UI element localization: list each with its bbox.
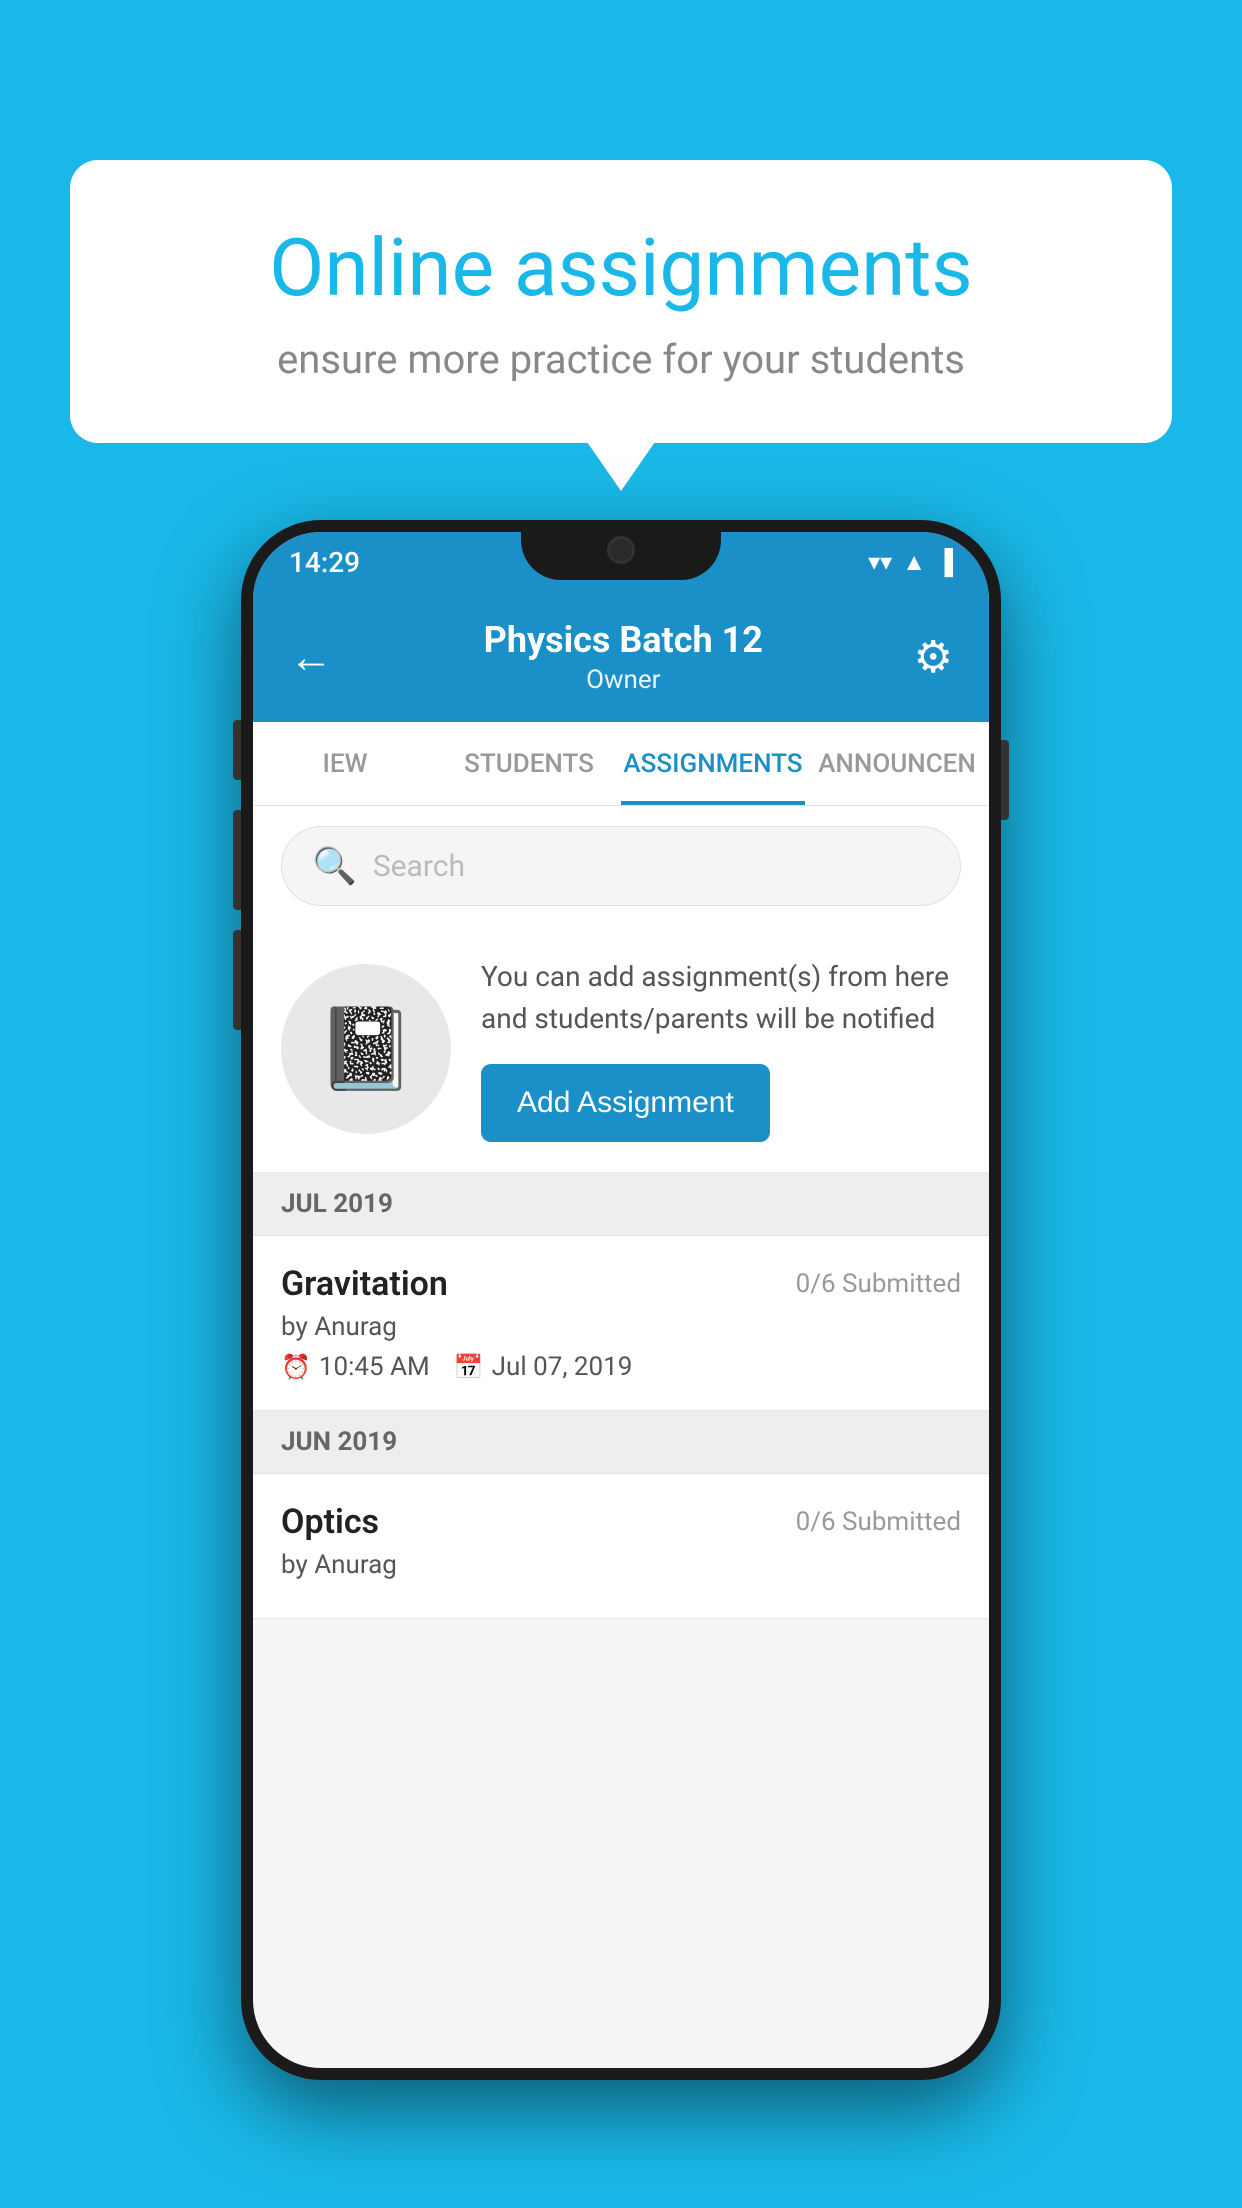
notebook-icon: 📓 bbox=[316, 1002, 416, 1096]
bubble-title: Online assignments bbox=[150, 220, 1092, 316]
phone-screen: 14:29 ▾▾ ▲ ▐ ← Physics Batch 12 Owner ⚙ bbox=[253, 532, 989, 2068]
battery-icon: ▐ bbox=[936, 548, 953, 577]
calendar-icon: 📅 bbox=[454, 1353, 484, 1381]
power-button bbox=[1001, 740, 1009, 820]
section-jun-2019: JUN 2019 bbox=[253, 1411, 989, 1474]
header-center: Physics Batch 12 Owner bbox=[484, 619, 763, 695]
speech-bubble: Online assignments ensure more practice … bbox=[70, 160, 1172, 443]
assignment-optics-name: Optics bbox=[281, 1502, 379, 1542]
assignment-optics[interactable]: Optics 0/6 Submitted by Anurag bbox=[253, 1474, 989, 1619]
assignment-optics-top: Optics 0/6 Submitted bbox=[281, 1502, 961, 1542]
back-button[interactable]: ← bbox=[289, 631, 333, 683]
volume-up-button bbox=[233, 810, 241, 910]
speech-bubble-container: Online assignments ensure more practice … bbox=[70, 160, 1172, 443]
assignment-name: Gravitation bbox=[281, 1264, 448, 1304]
search-icon: 🔍 bbox=[312, 845, 357, 887]
assignment-date: 📅 Jul 07, 2019 bbox=[454, 1352, 633, 1382]
silent-button bbox=[233, 720, 241, 780]
add-assignment-button[interactable]: Add Assignment bbox=[481, 1064, 770, 1142]
tab-iew[interactable]: IEW bbox=[253, 722, 437, 805]
phone-notch bbox=[521, 520, 721, 580]
app-header: ← Physics Batch 12 Owner ⚙ bbox=[253, 592, 989, 722]
assignment-time: ⏰ 10:45 AM bbox=[281, 1352, 430, 1382]
bubble-subtitle: ensure more practice for your students bbox=[150, 336, 1092, 383]
assignment-optics-submitted: 0/6 Submitted bbox=[796, 1507, 961, 1537]
promo-section: 📓 You can add assignment(s) from here an… bbox=[253, 926, 989, 1173]
promo-description: You can add assignment(s) from here and … bbox=[481, 956, 961, 1040]
search-bar[interactable]: 🔍 Search bbox=[281, 826, 961, 906]
assignment-submitted: 0/6 Submitted bbox=[796, 1269, 961, 1299]
promo-icon-circle: 📓 bbox=[281, 964, 451, 1134]
front-camera bbox=[607, 536, 635, 564]
header-subtitle: Owner bbox=[484, 665, 763, 695]
search-placeholder: Search bbox=[373, 849, 465, 884]
clock-icon: ⏰ bbox=[281, 1353, 311, 1381]
assignment-gravitation[interactable]: Gravitation 0/6 Submitted by Anurag ⏰ 10… bbox=[253, 1236, 989, 1411]
assignment-author: by Anurag bbox=[281, 1312, 961, 1342]
tab-assignments[interactable]: ASSIGNMENTS bbox=[621, 722, 805, 805]
volume-down-button bbox=[233, 930, 241, 1030]
search-container: 🔍 Search bbox=[253, 806, 989, 926]
signal-icon: ▲ bbox=[902, 548, 926, 577]
status-icons: ▾▾ ▲ ▐ bbox=[868, 548, 953, 577]
tab-students[interactable]: STUDENTS bbox=[437, 722, 621, 805]
tab-announcements[interactable]: ANNOUNCEN bbox=[805, 722, 989, 805]
section-jul-2019: JUL 2019 bbox=[253, 1173, 989, 1236]
assignment-meta: ⏰ 10:45 AM 📅 Jul 07, 2019 bbox=[281, 1352, 961, 1382]
status-time: 14:29 bbox=[289, 546, 360, 579]
phone-device: 14:29 ▾▾ ▲ ▐ ← Physics Batch 12 Owner ⚙ bbox=[241, 520, 1001, 2080]
header-title: Physics Batch 12 bbox=[484, 619, 763, 661]
tabs-container: IEW STUDENTS ASSIGNMENTS ANNOUNCEN bbox=[253, 722, 989, 806]
phone-wrapper: 14:29 ▾▾ ▲ ▐ ← Physics Batch 12 Owner ⚙ bbox=[241, 520, 1001, 2080]
settings-icon[interactable]: ⚙ bbox=[914, 631, 953, 683]
promo-right: You can add assignment(s) from here and … bbox=[481, 956, 961, 1142]
assignment-top: Gravitation 0/6 Submitted bbox=[281, 1264, 961, 1304]
wifi-icon: ▾▾ bbox=[868, 548, 892, 576]
assignment-optics-author: by Anurag bbox=[281, 1550, 961, 1580]
